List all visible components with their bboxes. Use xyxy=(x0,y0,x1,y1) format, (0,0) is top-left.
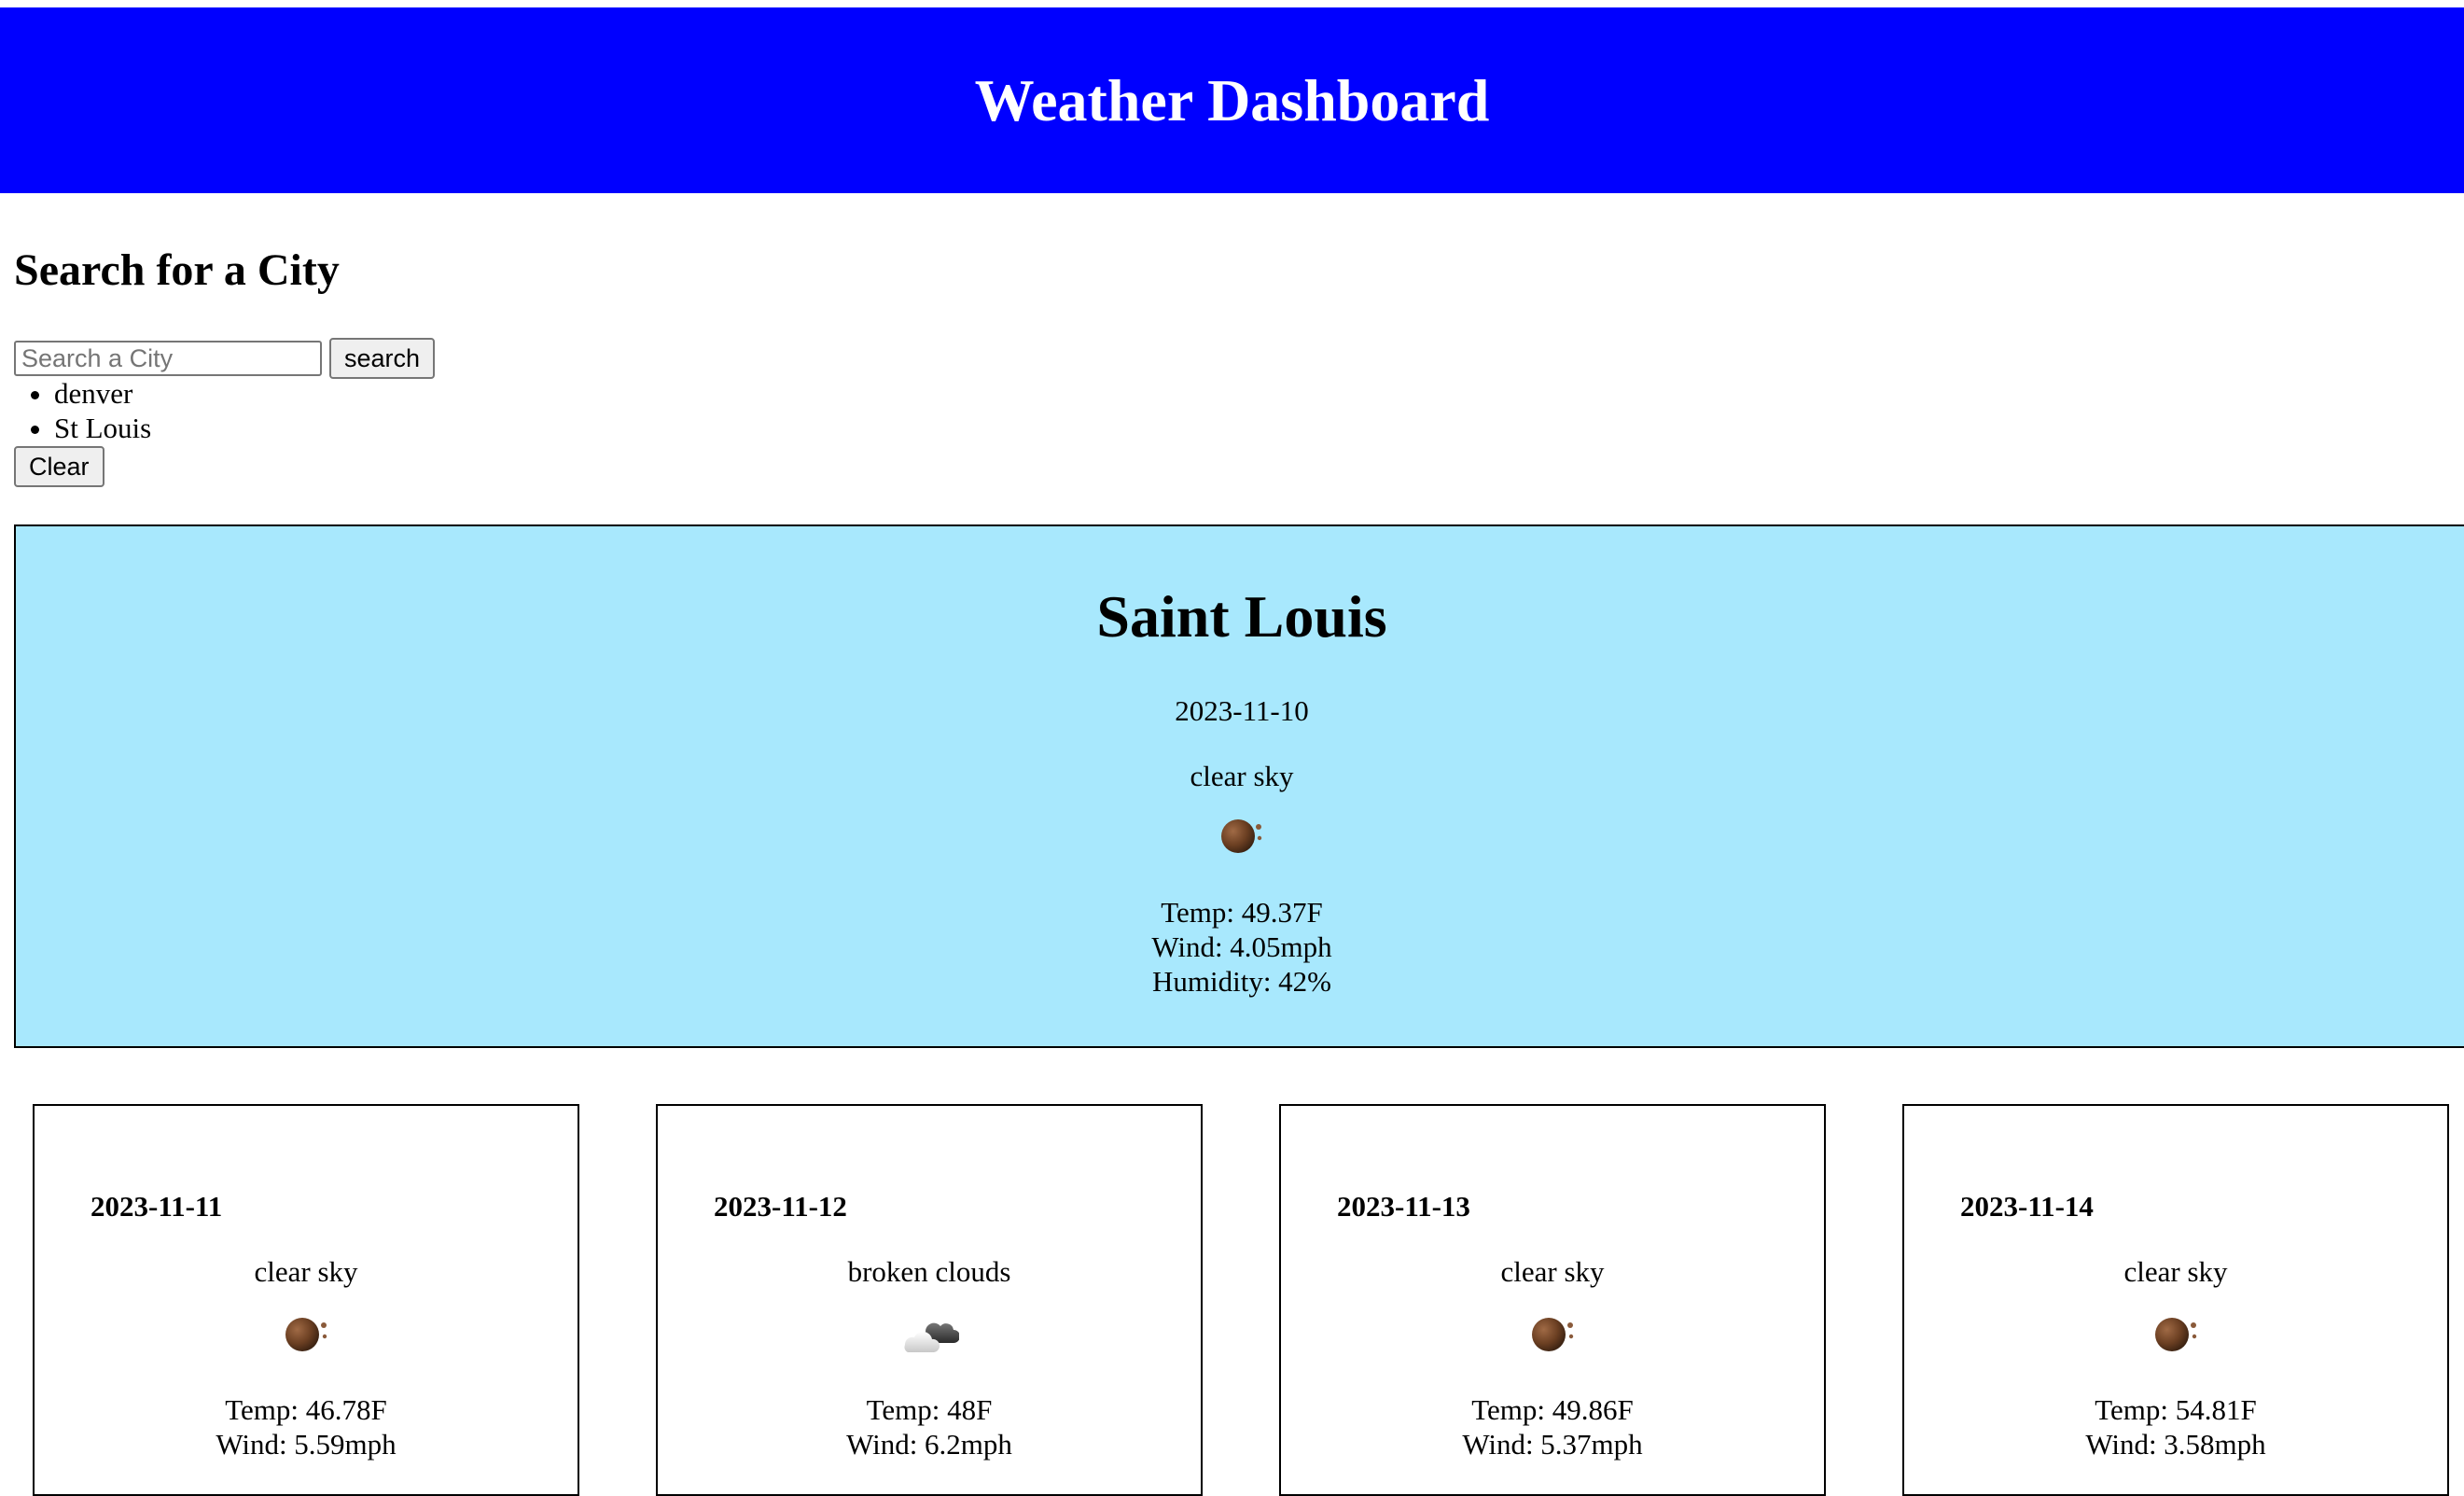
search-input[interactable] xyxy=(14,341,322,376)
forecast-wind: Wind: 3.58mph xyxy=(2085,1428,2266,1461)
page-title: Weather Dashboard xyxy=(974,66,1490,133)
forecast-description: clear sky xyxy=(2123,1255,2228,1288)
forecast-card: 2023-11-11 clear sky Temp: 46.78F Wind: … xyxy=(33,1104,579,1496)
forecast-description: clear sky xyxy=(254,1255,358,1288)
forecast-date: 2023-11-12 xyxy=(714,1190,847,1223)
forecast-wind: Wind: 6.2mph xyxy=(846,1428,1012,1461)
history-item-denver[interactable]: denver xyxy=(54,376,151,411)
forecast-temp: Temp: 49.86F xyxy=(1471,1393,1634,1426)
clear-night-icon xyxy=(2155,1318,2197,1351)
search-bar: search xyxy=(14,338,436,379)
forecast-wind: Wind: 5.37mph xyxy=(1462,1428,1643,1461)
forecast-temp: Temp: 46.78F xyxy=(225,1393,387,1426)
clear-night-icon xyxy=(1221,819,1262,853)
search-history-list: denver St Louis xyxy=(14,376,151,445)
forecast-temp: Temp: 54.81F xyxy=(2095,1393,2257,1426)
forecast-card: 2023-11-14 clear sky Temp: 54.81F Wind: … xyxy=(1902,1104,2449,1496)
forecast-date: 2023-11-13 xyxy=(1337,1190,1470,1223)
current-city-name: Saint Louis xyxy=(1096,583,1387,650)
current-date: 2023-11-10 xyxy=(1175,694,1309,727)
search-button[interactable]: search xyxy=(329,338,436,379)
forecast-stats: Temp: 49.86F Wind: 5.37mph xyxy=(1281,1392,1824,1461)
clear-night-icon xyxy=(285,1318,327,1351)
forecast-card: 2023-11-12 broken clouds Temp: 48F Wind:… xyxy=(656,1104,1203,1496)
forecast-card: 2023-11-13 clear sky Temp: 49.86F Wind: … xyxy=(1279,1104,1826,1496)
forecast-description: clear sky xyxy=(1500,1255,1605,1288)
current-weather-panel: Saint Louis 2023-11-10 clear sky Temp: 4… xyxy=(14,524,2464,1048)
forecast-date: 2023-11-14 xyxy=(1960,1190,2094,1223)
forecast-stats: Temp: 54.81F Wind: 3.58mph xyxy=(1904,1392,2447,1461)
history-item-st-louis[interactable]: St Louis xyxy=(54,411,151,445)
current-stats: Temp: 49.37F Wind: 4.05mph Humidity: 42% xyxy=(16,895,2464,999)
current-description: clear sky xyxy=(1190,760,1294,792)
search-heading: Search for a City xyxy=(14,245,340,295)
clear-button[interactable]: Clear xyxy=(14,446,104,487)
current-humidity: Humidity: 42% xyxy=(1151,965,1332,998)
page-header: Weather Dashboard xyxy=(0,7,2464,193)
forecast-stats: Temp: 48F Wind: 6.2mph xyxy=(658,1392,1201,1461)
forecast-temp: Temp: 48F xyxy=(866,1393,993,1426)
current-wind: Wind: 4.05mph xyxy=(1151,930,1332,963)
broken-clouds-icon xyxy=(904,1322,959,1352)
forecast-wind: Wind: 5.59mph xyxy=(216,1428,397,1461)
current-temp: Temp: 49.37F xyxy=(1161,896,1323,929)
forecast-stats: Temp: 46.78F Wind: 5.59mph xyxy=(35,1392,578,1461)
forecast-description: broken clouds xyxy=(847,1255,1011,1288)
forecast-date: 2023-11-11 xyxy=(90,1190,223,1223)
clear-night-icon xyxy=(1532,1318,1574,1351)
